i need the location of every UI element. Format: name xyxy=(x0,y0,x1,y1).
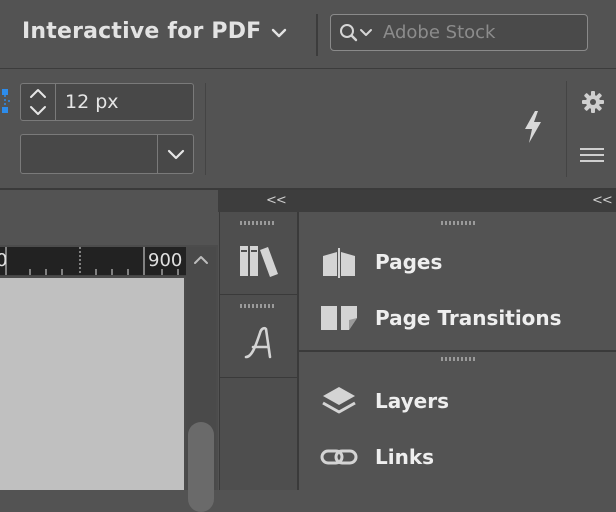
chevron-down-icon[interactable] xyxy=(270,26,288,40)
dock-item-libraries[interactable] xyxy=(220,212,297,295)
size-stepper[interactable]: 12 px xyxy=(20,83,194,121)
links-icon xyxy=(320,449,358,465)
chevron-down-icon[interactable] xyxy=(157,135,194,173)
document-tab-strip xyxy=(0,190,218,245)
style-dropdown[interactable] xyxy=(20,134,194,174)
drag-grip[interactable] xyxy=(441,357,477,361)
reference-point-icon[interactable] xyxy=(0,87,12,117)
controlbar-divider xyxy=(566,81,567,177)
panel-item-label: Pages xyxy=(375,250,443,274)
panel-item-pages[interactable]: Pages xyxy=(299,238,616,284)
panel-menu-icon[interactable] xyxy=(580,147,604,163)
chevron-up-icon[interactable] xyxy=(191,253,211,267)
search-input[interactable]: Adobe Stock xyxy=(383,22,495,43)
panel-item-page-transitions[interactable]: Page Transitions xyxy=(299,294,616,340)
panel-item-label: Layers xyxy=(375,389,449,413)
panel-item-layers[interactable]: Layers xyxy=(299,377,616,423)
header-divider xyxy=(316,14,318,56)
size-input[interactable]: 12 px xyxy=(65,91,119,113)
panel-item-label: Page Transitions xyxy=(375,306,562,330)
panel-group: Pages Page Transitions xyxy=(299,212,616,352)
panels-column: Pages Page Transitions Layers Links xyxy=(298,212,616,490)
layers-icon xyxy=(322,387,356,414)
panel-dock-header: << xyxy=(298,190,616,212)
pages-icon xyxy=(323,248,355,278)
icon-dock xyxy=(219,212,298,490)
control-bar: 12 px xyxy=(0,69,616,190)
collapse-dock-button[interactable]: << xyxy=(266,193,287,208)
gear-icon[interactable] xyxy=(582,91,604,113)
adobe-stock-search[interactable]: Adobe Stock xyxy=(330,14,588,51)
ruler-label: 0 xyxy=(0,250,8,271)
search-icon[interactable] xyxy=(339,23,375,43)
ruler-label: 900 xyxy=(148,250,183,271)
drag-grip[interactable] xyxy=(240,304,276,308)
document-page[interactable] xyxy=(0,278,184,490)
controlbar-divider xyxy=(205,83,206,175)
page-transitions-icon xyxy=(321,306,357,330)
horizontal-ruler[interactable]: 0 900 xyxy=(0,247,186,276)
quick-actions-lightning-icon[interactable] xyxy=(520,109,546,145)
panel-item-links[interactable]: Links xyxy=(299,433,616,479)
dock-item-character-styles[interactable] xyxy=(220,295,297,378)
panel-item-label: Links xyxy=(375,445,435,469)
stepper-arrows-icon[interactable] xyxy=(21,84,56,120)
drag-grip[interactable] xyxy=(240,221,276,225)
drag-grip[interactable] xyxy=(441,221,477,225)
app-header: Interactive for PDF Adobe Stock xyxy=(0,0,616,69)
panel-group: Layers Links xyxy=(299,352,616,490)
collapse-panels-button[interactable]: << xyxy=(592,193,613,208)
libraries-icon[interactable] xyxy=(238,244,280,278)
dock-header: << xyxy=(218,190,298,212)
document-window: 0 900 xyxy=(0,190,218,512)
scrollbar-thumb[interactable] xyxy=(188,422,214,512)
character-styles-icon[interactable] xyxy=(242,323,276,363)
workspace-switcher-label[interactable]: Interactive for PDF xyxy=(22,19,261,44)
vertical-scrollbar[interactable] xyxy=(186,247,216,512)
